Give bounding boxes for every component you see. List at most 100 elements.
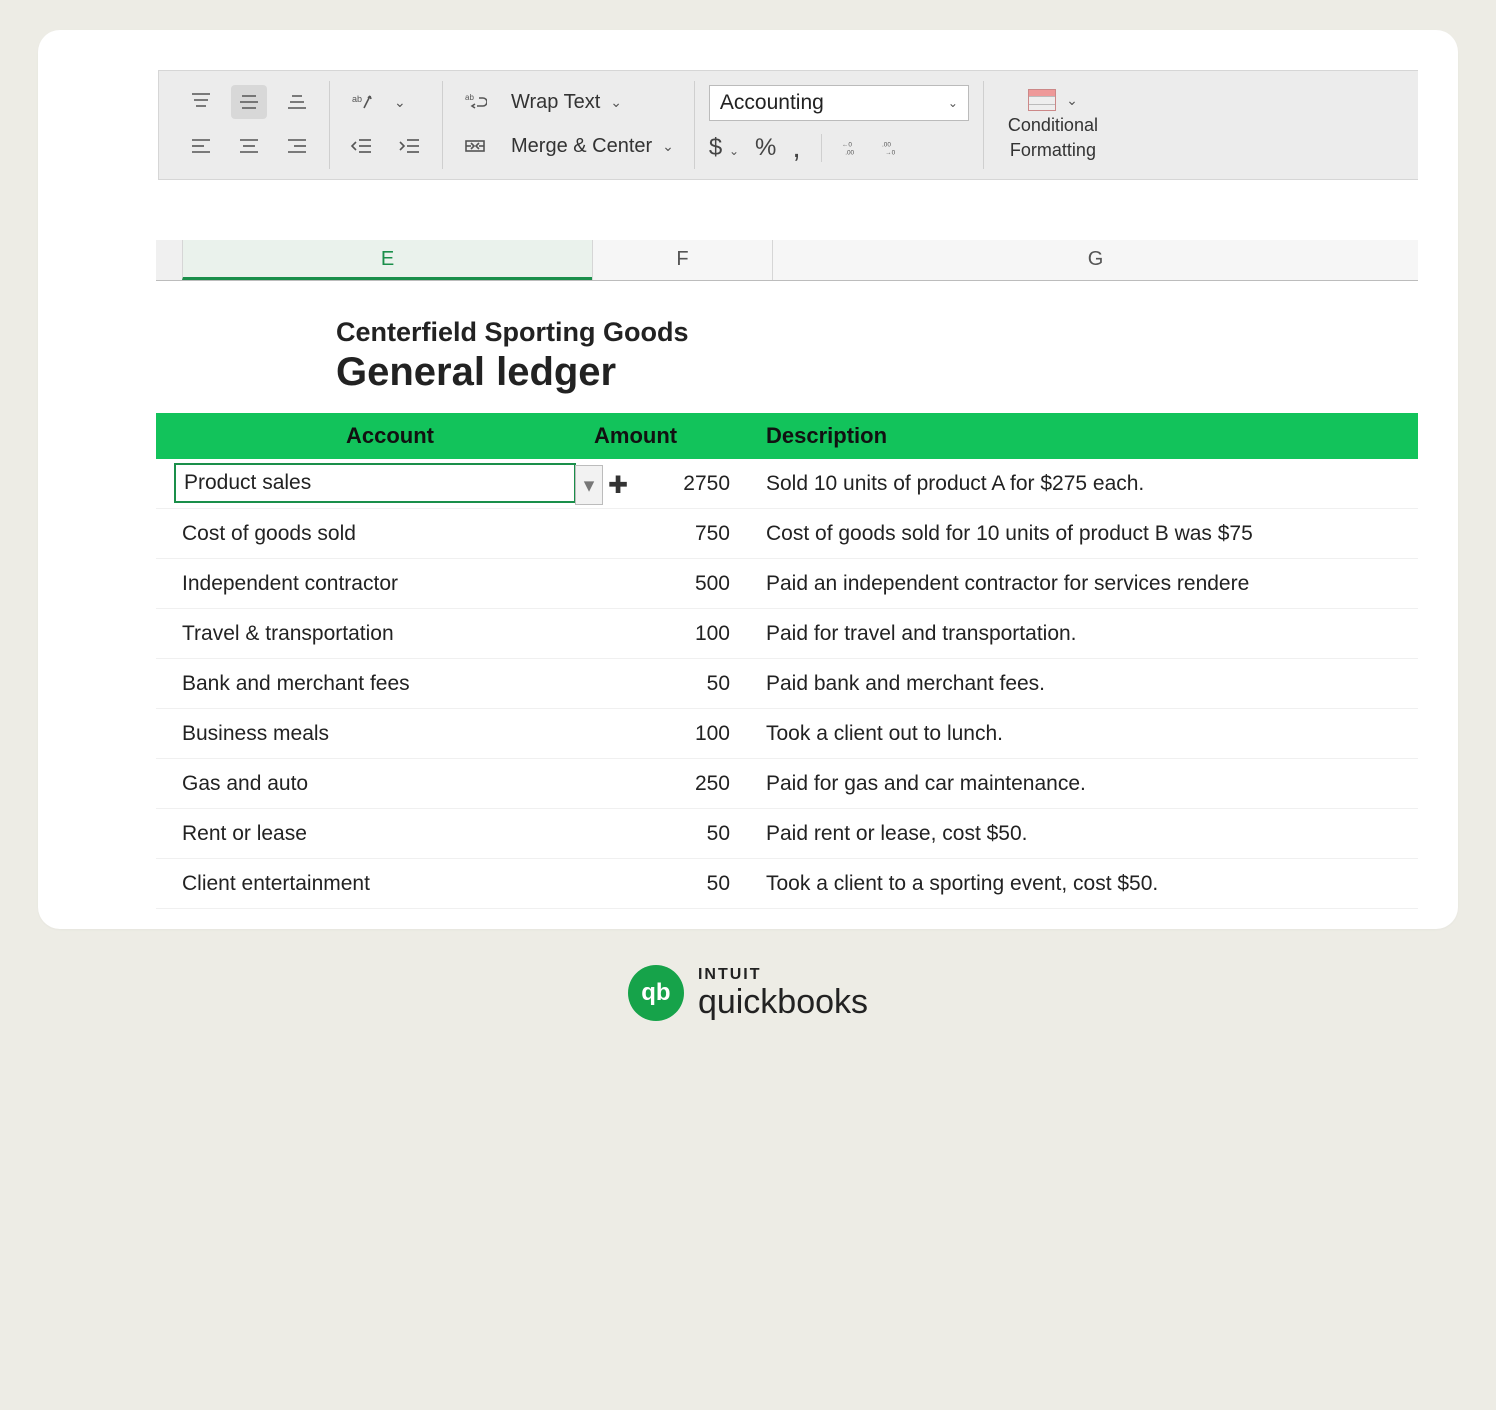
brand-line1: INTUIT — [698, 967, 868, 983]
cell-amount[interactable]: 500 — [594, 572, 748, 596]
align-left-icon[interactable] — [183, 129, 219, 163]
cell-amount[interactable]: 750 — [594, 522, 748, 546]
chevron-down-icon: ⌄ — [662, 138, 674, 155]
table-row[interactable]: Cost of goods sold750Cost of goods sold … — [156, 509, 1418, 559]
table-row[interactable]: Client entertainment50Took a client to a… — [156, 859, 1418, 909]
cell-description[interactable]: Paid for travel and transportation. — [748, 622, 1418, 646]
table-header: Account Amount Description — [156, 413, 1418, 459]
brand-logo: qb INTUIT quickbooks — [30, 965, 1466, 1021]
company-name: Centerfield Sporting Goods — [156, 281, 1418, 350]
cell-account[interactable]: Independent contractor — [156, 572, 594, 596]
column-header-e[interactable]: E — [182, 240, 592, 280]
align-bottom-icon[interactable] — [279, 85, 315, 119]
table-row[interactable]: Travel & transportation100Paid for trave… — [156, 609, 1418, 659]
cell-amount[interactable]: 100 — [594, 622, 748, 646]
currency-button[interactable]: $ ⌄ — [709, 134, 739, 162]
conditional-formatting-button[interactable]: ⌄ Conditional Formatting — [998, 89, 1108, 161]
conditional-formatting-icon — [1028, 89, 1056, 111]
orientation-dropdown-icon[interactable]: ⌄ — [394, 94, 406, 111]
increase-indent-icon[interactable] — [392, 129, 428, 163]
brand-line2: quickbooks — [698, 985, 868, 1019]
table-row[interactable]: Rent or lease50Paid rent or lease, cost … — [156, 809, 1418, 859]
chevron-down-icon: ⌄ — [729, 144, 739, 158]
align-middle-icon[interactable] — [231, 85, 267, 119]
cell-description[interactable]: Took a client to a sporting event, cost … — [748, 872, 1418, 896]
svg-text:.00: .00 — [882, 141, 891, 148]
merge-center-icon — [457, 129, 493, 163]
cell-amount[interactable]: 50 — [594, 672, 748, 696]
header-description: Description — [748, 423, 1418, 449]
table-row[interactable]: Independent contractor500Paid an indepen… — [156, 559, 1418, 609]
chevron-down-icon: ⌄ — [610, 94, 622, 111]
cell-account[interactable]: Travel & transportation — [156, 622, 594, 646]
number-format-value: Accounting — [720, 91, 824, 115]
conditional-label-2: Formatting — [1010, 140, 1096, 161]
header-amount: Amount — [594, 423, 748, 449]
align-center-horiz-icon[interactable] — [231, 129, 267, 163]
cell-amount[interactable]: 50 — [594, 822, 748, 846]
cell-account[interactable]: Gas and auto — [156, 772, 594, 796]
orientation-icon[interactable]: ab — [344, 85, 380, 119]
chevron-down-icon: ⌄ — [1066, 92, 1078, 109]
ribbon-group-number: Accounting ⌄ $ ⌄ % , ←0.00 .00→0 — [695, 81, 984, 169]
cell-account[interactable]: Client entertainment — [156, 872, 594, 896]
wrap-text-button[interactable]: Wrap Text ⌄ — [505, 85, 628, 119]
conditional-label-1: Conditional — [1008, 115, 1098, 136]
cell-description[interactable]: Paid bank and merchant fees. — [748, 672, 1418, 696]
cell-account[interactable]: Rent or lease — [156, 822, 594, 846]
cell-account[interactable]: Business meals — [156, 722, 594, 746]
wrap-text-icon: ab — [457, 85, 493, 119]
app-card: ab ⌄ ab Wrap Text ⌄ — [38, 30, 1458, 929]
separator — [821, 134, 822, 162]
cell-description[interactable]: Paid rent or lease, cost $50. — [748, 822, 1418, 846]
cell-description[interactable]: Took a client out to lunch. — [748, 722, 1418, 746]
table-row[interactable]: Product sales2750Sold 10 units of produc… — [156, 459, 1418, 509]
svg-text:→0: →0 — [885, 149, 895, 156]
table-row[interactable]: Gas and auto250Paid for gas and car main… — [156, 759, 1418, 809]
merge-center-label: Merge & Center — [511, 135, 652, 158]
chevron-down-icon: ⌄ — [948, 96, 958, 110]
cell-description[interactable]: Paid for gas and car maintenance. — [748, 772, 1418, 796]
align-top-icon[interactable] — [183, 85, 219, 119]
cell-description[interactable]: Cost of goods sold for 10 units of produ… — [748, 522, 1418, 546]
table-row[interactable]: Business meals100Took a client out to lu… — [156, 709, 1418, 759]
cell-dropdown-icon[interactable]: ▾ — [575, 465, 603, 505]
decrease-indent-icon[interactable] — [344, 129, 380, 163]
svg-text:ab: ab — [465, 93, 474, 102]
worksheet: Centerfield Sporting Goods General ledge… — [156, 281, 1418, 909]
ribbon: ab ⌄ ab Wrap Text ⌄ — [158, 70, 1418, 180]
comma-style-button[interactable]: , — [792, 143, 800, 153]
svg-text:←0: ←0 — [842, 141, 852, 148]
cell-amount[interactable]: 50 — [594, 872, 748, 896]
cell-description[interactable]: Sold 10 units of product A for $275 each… — [748, 472, 1418, 496]
svg-text:ab: ab — [352, 94, 362, 104]
cell-amount[interactable]: 250 — [594, 772, 748, 796]
svg-text:.00: .00 — [845, 149, 854, 156]
active-cell[interactable]: Product sales▾ — [174, 463, 576, 503]
row-header-gutter[interactable] — [156, 240, 182, 280]
number-format-select[interactable]: Accounting ⌄ — [709, 85, 969, 121]
quickbooks-mark-icon: qb — [628, 965, 684, 1021]
table-body: Product sales2750Sold 10 units of produc… — [156, 459, 1418, 909]
cell-cursor-icon: ✚ — [608, 471, 628, 500]
header-account: Account — [156, 423, 594, 449]
decrease-decimal-icon[interactable]: .00→0 — [882, 131, 906, 165]
column-headers: E F G — [156, 240, 1418, 281]
percent-button[interactable]: % — [755, 134, 776, 162]
ribbon-group-indent: ab ⌄ — [330, 81, 443, 169]
ribbon-group-conditional: ⌄ Conditional Formatting — [984, 81, 1122, 169]
merge-center-button[interactable]: Merge & Center ⌄ — [505, 129, 680, 163]
cell-account[interactable]: Bank and merchant fees — [156, 672, 594, 696]
table-row[interactable]: Bank and merchant fees50Paid bank and me… — [156, 659, 1418, 709]
increase-decimal-icon[interactable]: ←0.00 — [842, 131, 866, 165]
column-header-g[interactable]: G — [772, 240, 1418, 280]
ribbon-group-wrap-merge: ab Wrap Text ⌄ Merge & Center ⌄ — [443, 81, 695, 169]
wrap-text-label: Wrap Text — [511, 91, 600, 114]
column-header-f[interactable]: F — [592, 240, 772, 280]
align-right-icon[interactable] — [279, 129, 315, 163]
cell-amount[interactable]: 100 — [594, 722, 748, 746]
cell-account[interactable]: Cost of goods sold — [156, 522, 594, 546]
page-title: General ledger — [156, 350, 1418, 413]
cell-description[interactable]: Paid an independent contractor for servi… — [748, 572, 1418, 596]
ribbon-group-alignment — [169, 81, 330, 169]
